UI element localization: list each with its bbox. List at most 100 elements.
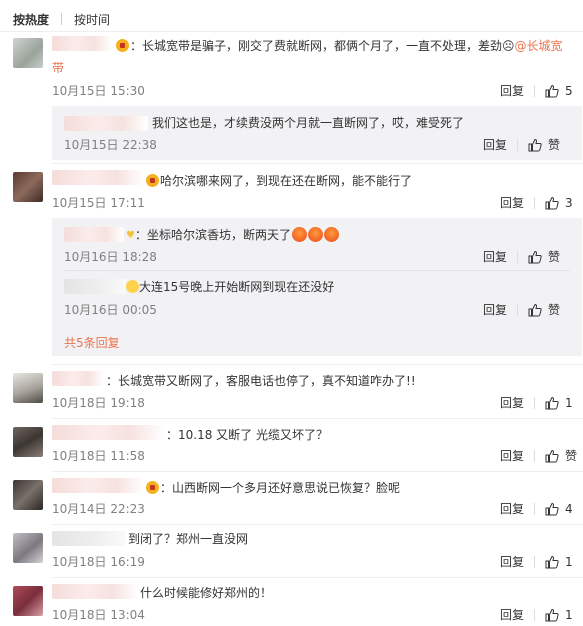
tab-time[interactable]: 按时间 xyxy=(74,11,110,28)
action-divider xyxy=(534,397,535,409)
reply-button[interactable]: 回复 xyxy=(483,302,507,318)
thumbs-up-icon xyxy=(545,555,559,569)
username-blurred[interactable] xyxy=(52,371,104,386)
reply-button[interactable]: 回复 xyxy=(483,137,507,153)
like-count: 1 xyxy=(565,396,573,410)
smile-emoji-icon xyxy=(126,280,139,293)
mention-link-wrap[interactable]: 带 xyxy=(52,61,64,75)
thumbs-up-icon xyxy=(545,196,559,210)
vip-badge-icon xyxy=(146,174,159,187)
action-divider xyxy=(534,450,535,462)
username-blurred[interactable] xyxy=(52,170,144,185)
reply-button[interactable]: 回复 xyxy=(500,395,524,411)
action-divider xyxy=(517,139,518,151)
reply-button[interactable]: 回复 xyxy=(500,195,524,211)
thumbs-up-icon xyxy=(545,396,559,410)
comment-divider xyxy=(52,364,583,365)
mention-link[interactable]: @长城宽 xyxy=(515,39,563,53)
comment-time: 10月18日 13:04 xyxy=(52,608,145,622)
avatar[interactable] xyxy=(13,427,43,457)
like-count: 3 xyxy=(565,196,573,210)
heart-icon: ♥ xyxy=(126,230,135,241)
like-button[interactable]: 3 xyxy=(545,195,573,211)
tab-divider xyxy=(61,13,63,25)
action-divider xyxy=(534,556,535,568)
action-divider xyxy=(534,197,535,209)
like-button[interactable]: 1 xyxy=(545,395,573,411)
reply-button[interactable]: 回复 xyxy=(500,554,524,570)
subreply-text: 我们这也是，才续费没两个月就一直断网了，哎，难受死了 xyxy=(152,116,465,130)
avatar[interactable] xyxy=(13,480,43,510)
action-divider xyxy=(534,609,535,621)
avatar[interactable] xyxy=(13,373,43,403)
angry-emoji-icon xyxy=(323,227,339,242)
username-blurred[interactable] xyxy=(64,279,126,294)
more-replies-link[interactable]: 共5条回复 xyxy=(64,334,120,351)
comment-time: 10月18日 16:19 xyxy=(52,555,145,569)
comment-divider xyxy=(52,418,583,419)
username-blurred[interactable] xyxy=(64,116,148,131)
action-divider xyxy=(534,503,535,515)
comment-divider xyxy=(52,524,583,525)
like-button[interactable]: 赞 xyxy=(528,302,560,318)
like-button[interactable]: 1 xyxy=(545,607,573,623)
sad-emoji-icon: ☹ xyxy=(502,39,515,53)
thumbs-up-icon xyxy=(545,84,559,98)
comment-time: 10月15日 15:30 xyxy=(52,84,145,98)
like-label: 赞 xyxy=(548,303,561,317)
like-button[interactable]: 4 xyxy=(545,501,573,517)
like-count: 1 xyxy=(565,555,573,569)
comment-text: ：长城宽带是骗子，刚交了费就断网，都俩个月了，一直不处理，差劲☹@长城宽 xyxy=(116,37,563,55)
comment-text: ：长城宽带又断网了，客服电话也停了，真不知道咋办了!! xyxy=(106,374,416,388)
username-blurred[interactable] xyxy=(64,227,124,242)
reply-button[interactable]: 回复 xyxy=(483,249,507,265)
subreply-time: 10月16日 18:28 xyxy=(64,250,157,264)
like-count: 5 xyxy=(565,84,573,98)
subreply-text: 大连15号晚上开始断网到现在还没好 xyxy=(126,278,334,296)
avatar[interactable] xyxy=(13,38,43,68)
thumbs-up-icon xyxy=(528,138,542,152)
reply-button[interactable]: 回复 xyxy=(500,501,524,517)
comment-text: 到闭了？郑州一直没网 xyxy=(128,532,249,546)
like-button[interactable]: 1 xyxy=(545,554,573,570)
comment-time: 10月18日 19:18 xyxy=(52,396,145,410)
avatar[interactable] xyxy=(13,586,43,616)
like-label: 赞 xyxy=(548,250,561,264)
like-label: 赞 xyxy=(565,449,578,463)
comment-time: 10月15日 17:11 xyxy=(52,196,145,210)
username-blurred[interactable] xyxy=(52,36,112,51)
action-divider xyxy=(517,304,518,316)
username-blurred[interactable] xyxy=(52,584,138,599)
tab-hot[interactable]: 按热度 xyxy=(13,11,49,28)
thumbs-up-icon xyxy=(528,250,542,264)
like-button[interactable]: 赞 xyxy=(528,137,560,153)
like-count: 4 xyxy=(565,502,573,516)
reply-button[interactable]: 回复 xyxy=(500,448,524,464)
reply-button[interactable]: 回复 xyxy=(500,83,524,99)
like-count: 1 xyxy=(565,608,573,622)
header-divider xyxy=(0,31,583,32)
subreply-time: 10月16日 00:05 xyxy=(64,303,157,317)
vip-badge-icon xyxy=(116,39,129,52)
comment-text: ：10.18 又断了 光缆又坏了？ xyxy=(166,428,328,442)
action-divider xyxy=(534,85,535,97)
thumbs-up-icon xyxy=(545,608,559,622)
reply-button[interactable]: 回复 xyxy=(500,607,524,623)
angry-emoji-icon xyxy=(291,227,307,242)
sort-tabs: 按热度 按时间 xyxy=(13,10,110,28)
avatar[interactable] xyxy=(13,172,43,202)
avatar[interactable] xyxy=(13,533,43,563)
comment-divider xyxy=(52,163,583,164)
username-blurred[interactable] xyxy=(52,531,126,546)
like-button[interactable]: 赞 xyxy=(528,249,560,265)
subreply-time: 10月15日 22:38 xyxy=(64,138,157,152)
like-label: 赞 xyxy=(548,138,561,152)
like-button[interactable]: 赞 xyxy=(545,448,577,464)
comment-divider xyxy=(52,471,583,472)
username-blurred[interactable] xyxy=(52,478,144,493)
like-button[interactable]: 5 xyxy=(545,83,573,99)
thumbs-up-icon xyxy=(545,449,559,463)
comment-text: 哈尔滨哪来网了，到现在还在断网，能不能行了 xyxy=(146,172,412,190)
comment-time: 10月18日 11:58 xyxy=(52,449,145,463)
username-blurred[interactable] xyxy=(52,425,164,440)
